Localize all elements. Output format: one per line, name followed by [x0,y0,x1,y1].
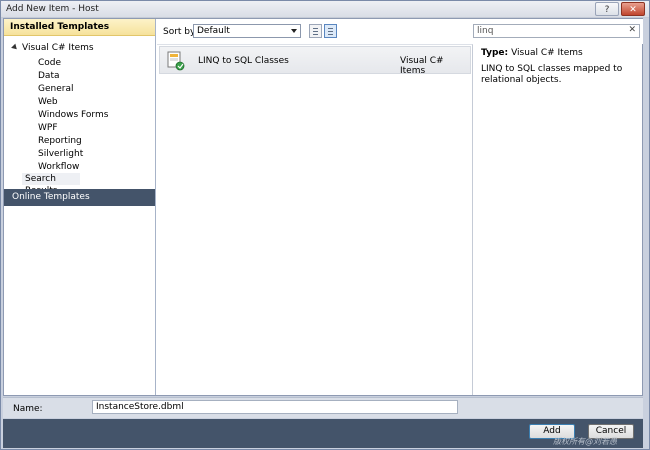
name-row: Name: InstanceStore.dbml [3,397,643,418]
installed-templates-header[interactable]: Installed Templates [4,19,155,36]
name-field[interactable]: InstanceStore.dbml [92,400,458,414]
detail-description: LINQ to SQL classes mapped to relational… [481,64,623,85]
close-button[interactable]: ✕ [621,2,645,16]
online-templates-header[interactable]: Online Templates [4,189,155,206]
list-item[interactable]: LINQ to SQL Classes Visual C# Items [159,46,471,76]
chevron-down-icon [291,29,297,33]
tree-item-web[interactable]: Web [38,96,58,108]
list-item-name: LINQ to SQL Classes [198,56,289,66]
expand-arrow-icon[interactable] [11,43,19,52]
list-view-button[interactable] [324,24,337,38]
details-pane: Type: Visual C# Items LINQ to SQL classes… [474,44,642,395]
detail-type-label: Type: [481,48,509,58]
tree-root-visual-csharp[interactable]: Visual C# Items [11,42,94,54]
window-title: Add New Item - Host [6,4,99,14]
dialog-content: Installed Templates Visual C# Items Code… [3,18,643,396]
detail-type: Type: Visual C# Items [481,48,583,58]
sort-by-dropdown[interactable]: Default [193,24,301,38]
help-button[interactable]: ? [595,2,619,16]
sort-by-value: Default [197,26,230,36]
template-list: LINQ to SQL Classes Visual C# Items [157,44,473,395]
tree-item-silverlight[interactable]: Silverlight [38,148,83,160]
name-label: Name: [13,404,43,414]
small-icons-view-button[interactable] [309,24,322,38]
tree-item-workflow[interactable]: Workflow [38,161,79,173]
search-value: linq [477,26,494,36]
title-bar[interactable]: Add New Item - Host ? ✕ [1,1,649,18]
template-tree-pane: Installed Templates Visual C# Items Code… [4,19,156,395]
tree-item-search-results[interactable]: Search Results [22,173,80,196]
clear-search-icon[interactable]: ✕ [628,25,636,35]
tree-item-code[interactable]: Code [38,57,61,69]
detail-type-value: Visual C# Items [511,48,583,58]
tree-item-general[interactable]: General [38,83,73,95]
tree-root-label: Visual C# Items [22,43,94,53]
list-item-type: Visual C# Items [400,56,444,76]
tree-item-data[interactable]: Data [38,70,60,82]
linq-to-sql-icon [167,51,185,71]
watermark-text: 版权所有@刘若愚 [553,437,617,446]
tree-item-reporting[interactable]: Reporting [38,135,82,147]
tree-item-windows-forms[interactable]: Windows Forms [38,109,108,121]
toolbar: Sort by: Default linq ✕ [157,19,643,44]
search-input[interactable]: linq ✕ [473,24,640,38]
button-row: Add Cancel [3,419,643,448]
tree-item-wpf[interactable]: WPF [38,122,58,134]
